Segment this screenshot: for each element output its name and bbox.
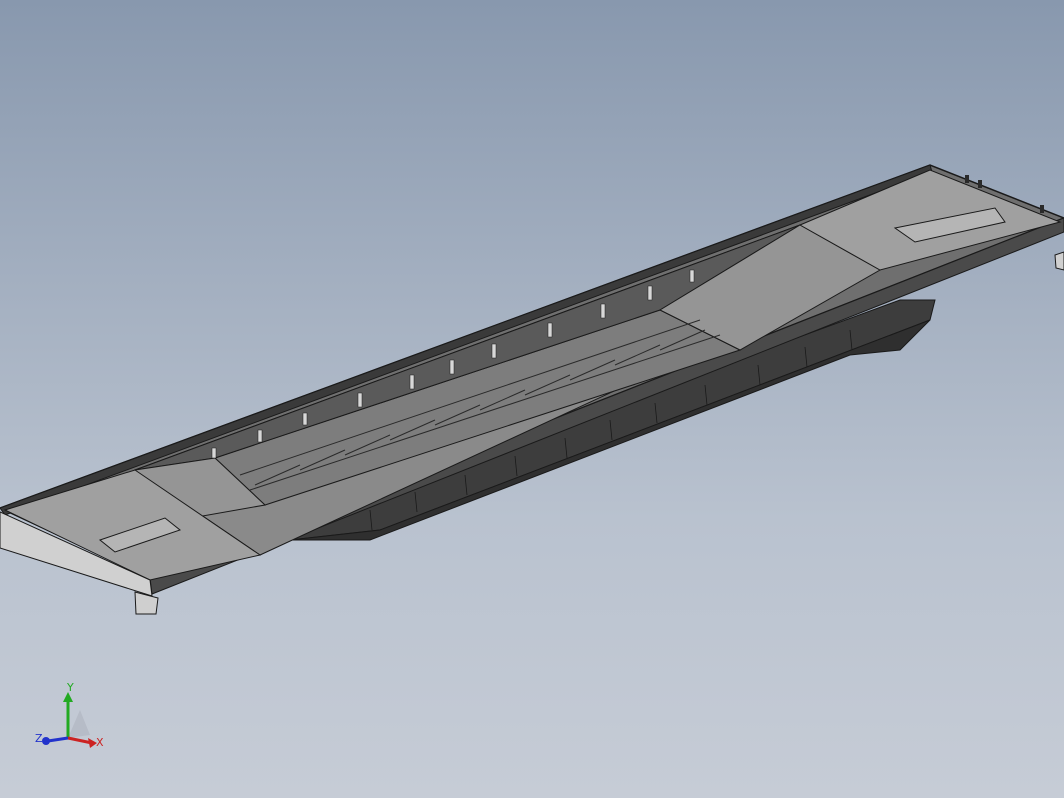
flatcar-model[interactable]: [0, 0, 1064, 798]
graphics-viewport[interactable]: Y X Z: [0, 0, 1064, 798]
y-axis-label: Y: [66, 681, 74, 694]
x-axis-label: X: [96, 736, 104, 749]
coordinate-triad: Y X Z: [35, 681, 104, 749]
left-coupler-pocket: [134, 591, 159, 615]
z-axis-icon: [47, 736, 69, 743]
z-arrow-icon: [42, 737, 50, 745]
triad-cone: [68, 710, 90, 738]
z-axis-label: Z: [35, 732, 43, 745]
right-end-sill: [1054, 251, 1064, 271]
